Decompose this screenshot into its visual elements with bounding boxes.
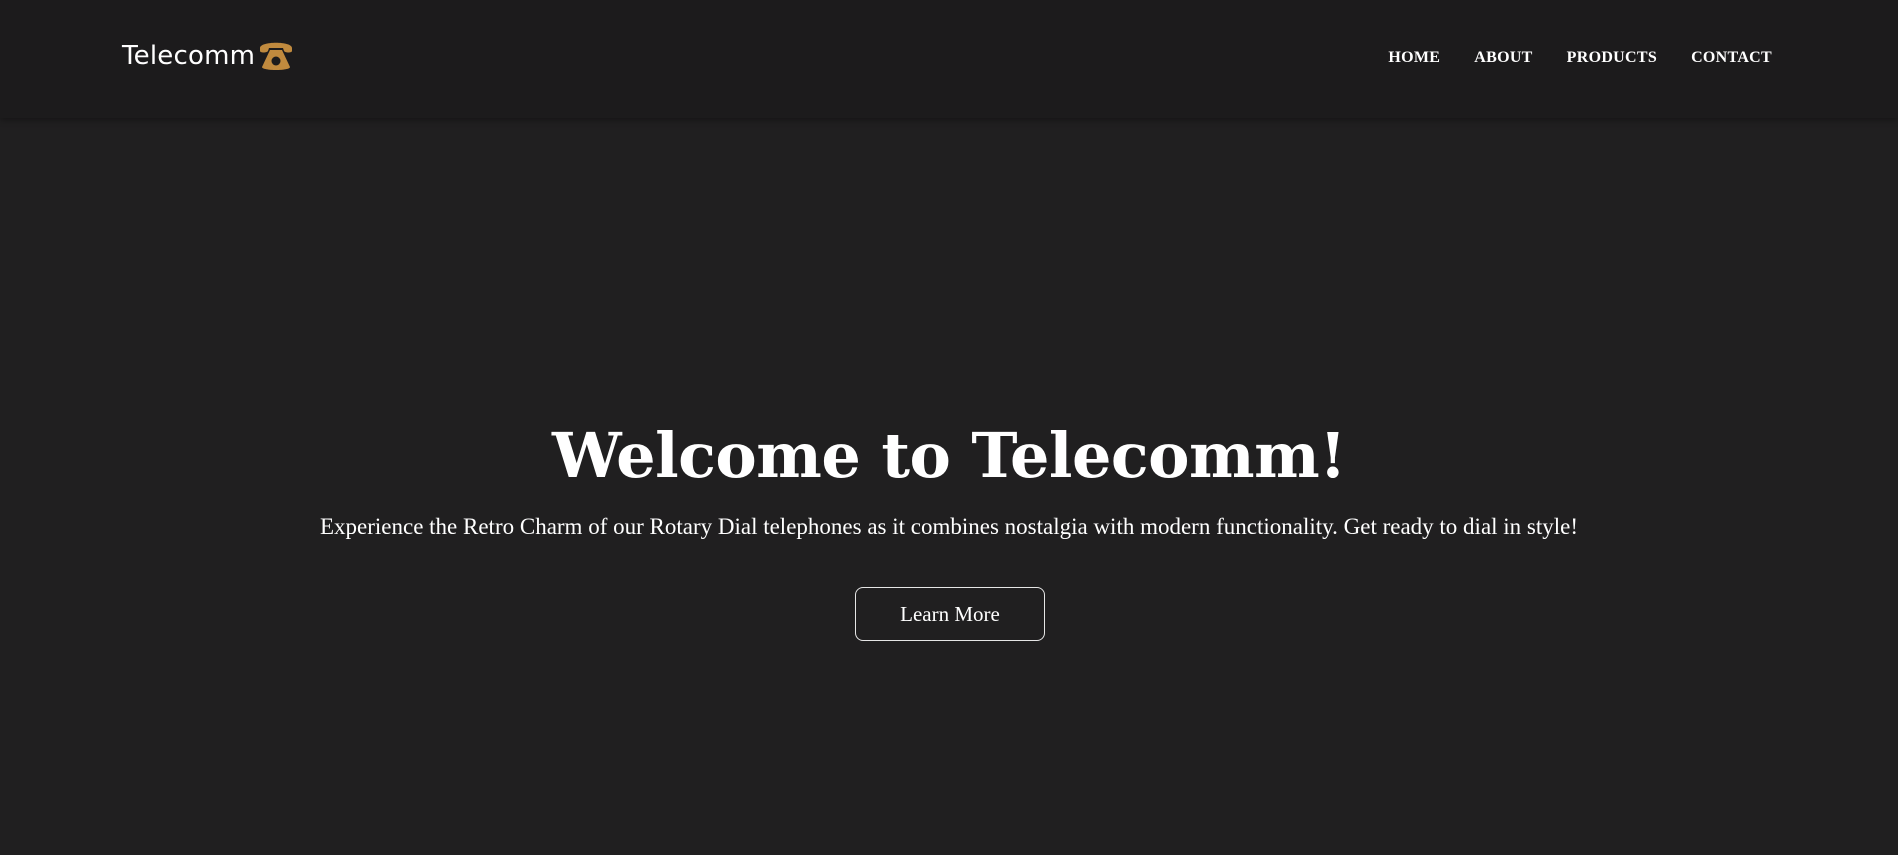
hero-title: Welcome to Telecomm! (552, 419, 1346, 492)
site-header: Telecomm HOME ABOUT PRODUCTS CONTACT (0, 0, 1898, 118)
main-nav: HOME ABOUT PRODUCTS CONTACT (1388, 46, 1772, 70)
nav-about[interactable]: ABOUT (1474, 46, 1532, 70)
hero-section: Welcome to Telecomm! Experience the Retr… (0, 118, 1898, 855)
nav-contact[interactable]: CONTACT (1691, 46, 1772, 70)
hero-subtitle: Experience the Retro Charm of our Rotary… (319, 514, 1579, 539)
logo[interactable]: Telecomm (122, 36, 295, 76)
logo-text: Telecomm (122, 41, 256, 71)
learn-more-button[interactable]: Learn More (855, 587, 1045, 641)
nav-products[interactable]: PRODUCTS (1567, 46, 1657, 70)
rotary-telephone-icon (257, 37, 295, 73)
nav-home[interactable]: HOME (1388, 46, 1440, 70)
